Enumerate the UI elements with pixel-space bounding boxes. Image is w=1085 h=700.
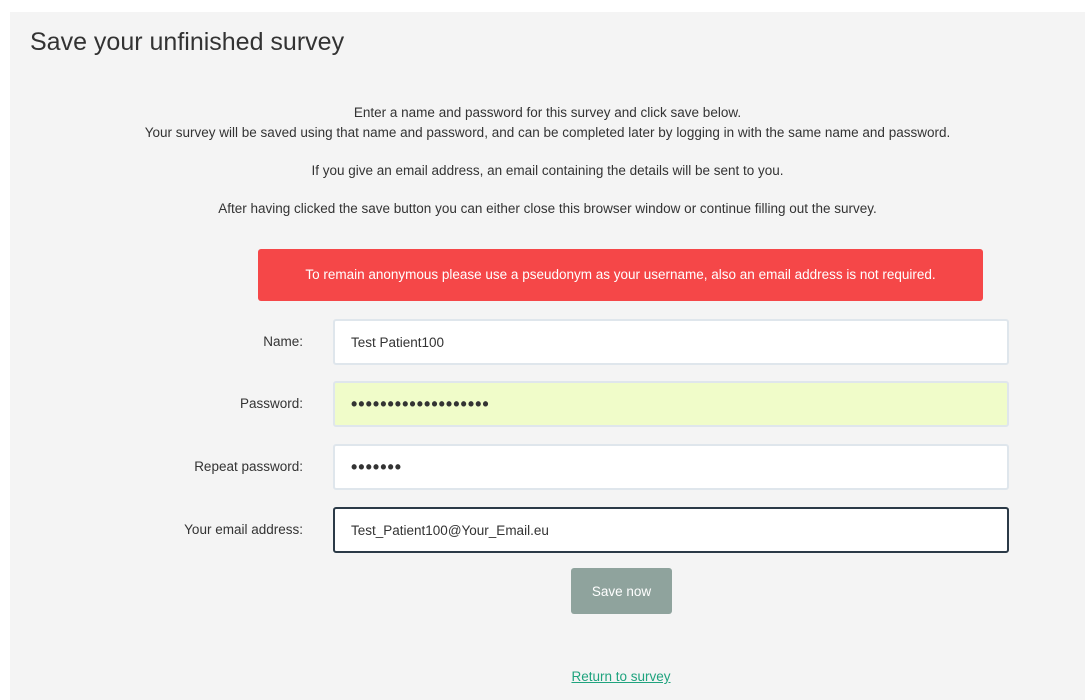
instruction-line: Your survey will be saved using that nam… [144,125,951,140]
name-field[interactable] [333,319,1009,365]
page-title: Save your unfinished survey [30,28,345,56]
repeat-password-label: Repeat password: [194,459,303,474]
email-info-text: If you give an email address, an email c… [311,163,784,178]
repeat-password-row: Repeat password: [10,444,1085,490]
return-to-survey-link[interactable]: Return to survey [10,669,1085,684]
email-label: Your email address: [184,522,303,537]
password-row: Password: [10,381,1085,427]
name-row: Name: [10,319,1085,365]
password-field[interactable] [333,381,1009,427]
password-label: Password: [239,396,303,411]
repeat-password-field[interactable] [333,444,1009,490]
save-survey-panel: Save your unfinished survey Enter a name… [10,12,1085,700]
anonymity-alert: To remain anonymous please use a pseudon… [258,249,983,301]
email-field[interactable] [333,507,1009,553]
instructions: Enter a name and password for this surve… [10,103,1085,219]
instruction-line: Enter a name and password for this surve… [353,105,742,120]
save-now-button[interactable]: Save now [571,568,672,614]
name-label: Name: [263,334,303,349]
email-row: Your email address: [10,507,1085,553]
save-info-text: After having clicked the save button you… [218,201,877,216]
